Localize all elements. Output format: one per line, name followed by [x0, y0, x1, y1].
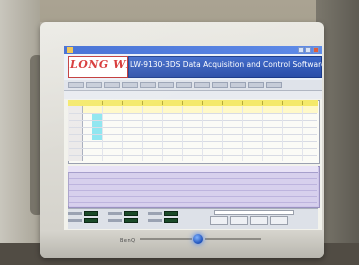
grid-column-line: [262, 106, 263, 161]
toolbar-button[interactable]: [266, 82, 282, 88]
indicator-label: [148, 219, 162, 222]
toolbar-button[interactable]: [68, 82, 84, 88]
minimize-icon[interactable]: [298, 47, 304, 53]
panel-button[interactable]: [230, 216, 248, 225]
grid-row-line: [69, 120, 317, 121]
grid-column-line: [282, 106, 283, 161]
status-indicator: [84, 211, 98, 216]
grid-row-line: [69, 141, 317, 142]
app-title: LW-9130-3DS Data Acquisition and Control…: [130, 60, 322, 69]
header-divider: [282, 101, 283, 105]
indicator-label: [108, 219, 122, 222]
grid-column-line: [142, 106, 143, 161]
indicator-label: [108, 212, 122, 215]
lower-grid-row-line: [69, 190, 317, 191]
header-divider: [142, 101, 143, 105]
status-indicator: [84, 218, 98, 223]
grid-row-line: [69, 155, 317, 156]
status-field[interactable]: [214, 210, 294, 215]
header-divider: [202, 101, 203, 105]
window-titlebar: [64, 46, 322, 54]
toolbar-button[interactable]: [176, 82, 192, 88]
grid-row-line: [69, 127, 317, 128]
lower-grid-row-line: [69, 178, 317, 179]
grid-column-line: [102, 106, 103, 161]
grid-column-line: [222, 106, 223, 161]
toolbar-button[interactable]: [230, 82, 246, 88]
status-indicator: [164, 218, 178, 223]
toolbar: [64, 80, 322, 91]
header-divider: [162, 101, 163, 105]
app-icon: [67, 47, 73, 53]
lower-grid-row-line: [69, 196, 317, 197]
grid-row-line: [69, 148, 317, 149]
header-divider: [262, 101, 263, 105]
bezel-control-strip-right: [205, 238, 261, 240]
header-divider: [222, 101, 223, 105]
lower-grid-row-line: [69, 184, 317, 185]
indicator-label: [148, 212, 162, 215]
monitor-brand: BenQ: [120, 238, 136, 244]
toolbar-button[interactable]: [122, 82, 138, 88]
toolbar-button[interactable]: [158, 82, 174, 88]
header-divider: [182, 101, 183, 105]
grid-column-line: [122, 106, 123, 161]
grid-row-line: [69, 134, 317, 135]
indicator-label: [68, 212, 82, 215]
screen: LONG WIN LW-9130-3DS Data Acquisition an…: [64, 46, 322, 230]
power-icon[interactable]: [193, 234, 203, 244]
grid-column-line: [242, 106, 243, 161]
grid-highlight-row: [68, 106, 318, 113]
grid-column-line: [182, 106, 183, 161]
panel-button[interactable]: [250, 216, 268, 225]
toolbar-button[interactable]: [194, 82, 210, 88]
grid-column-line: [302, 106, 303, 161]
status-indicator: [124, 211, 138, 216]
monitor-bottom-bezel: [40, 230, 324, 258]
status-indicator: [124, 218, 138, 223]
header-divider: [122, 101, 123, 105]
toolbar-button[interactable]: [86, 82, 102, 88]
grid-column-line: [162, 106, 163, 161]
indicator-label: [68, 219, 82, 222]
panel-button[interactable]: [210, 216, 228, 225]
bezel-control-strip-left: [140, 238, 192, 240]
secondary-toolbar: [64, 91, 322, 99]
maximize-icon[interactable]: [305, 47, 311, 53]
lower-grid-row-line: [69, 202, 317, 203]
grid-row-line: [69, 113, 317, 114]
toolbar-button[interactable]: [248, 82, 264, 88]
status-indicator: [164, 211, 178, 216]
header-divider: [102, 101, 103, 105]
toolbar-button[interactable]: [140, 82, 156, 88]
toolbar-button[interactable]: [104, 82, 120, 88]
header-divider: [302, 101, 303, 105]
grid-column-line: [202, 106, 203, 161]
toolbar-button[interactable]: [212, 82, 228, 88]
header-divider: [242, 101, 243, 105]
close-icon[interactable]: [313, 47, 319, 53]
panel-button[interactable]: [270, 216, 288, 225]
lower-grid-headers: [68, 166, 318, 173]
